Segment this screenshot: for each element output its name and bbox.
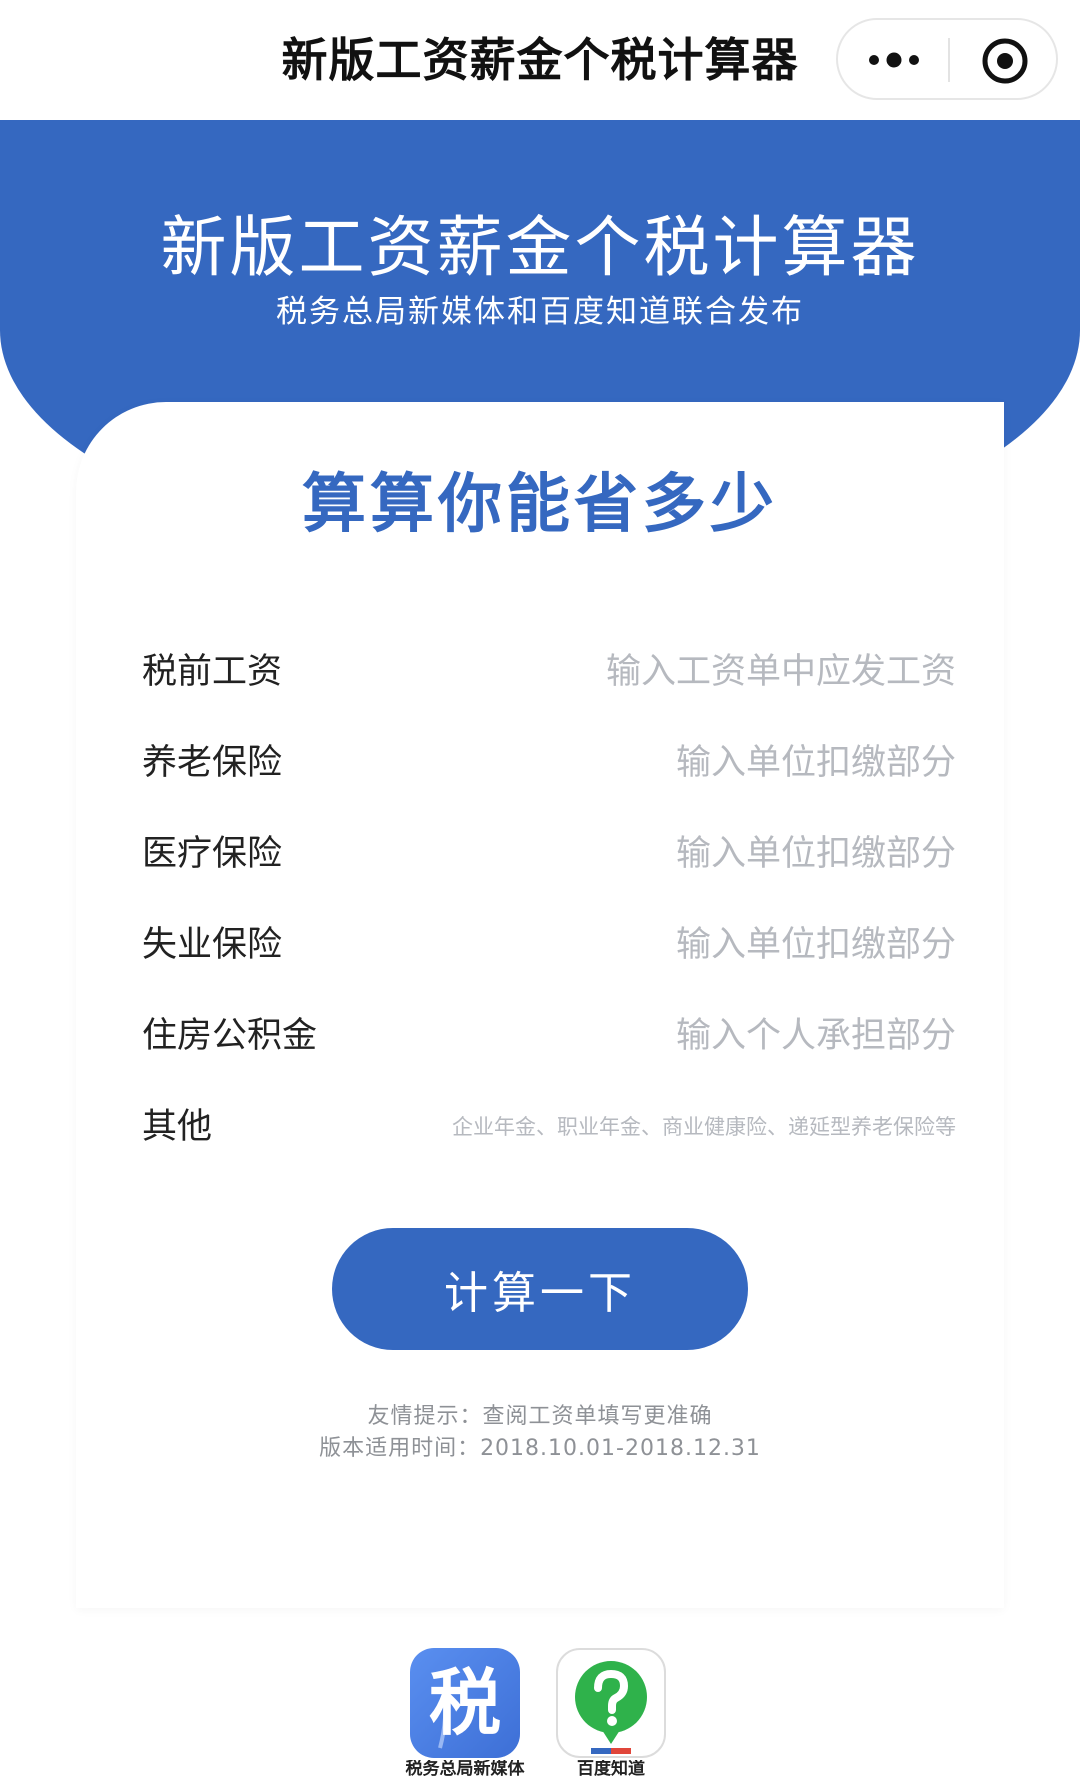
pretax-salary-input[interactable] xyxy=(396,642,956,702)
pretax-salary-label: 税前工资 xyxy=(142,652,283,692)
tax-media-caption: 税务总局新媒体 xyxy=(405,1760,525,1779)
housing-fund-input[interactable] xyxy=(396,1006,956,1066)
form-row-housing-fund: 住房公积金 xyxy=(142,1006,956,1066)
pension-insurance-input[interactable] xyxy=(396,733,956,793)
form-row-other-deductions: 其他 xyxy=(142,1097,956,1157)
top-navbar: 新版工资薪金个税计算器 xyxy=(0,0,1080,121)
medical-insurance-input[interactable] xyxy=(396,824,956,884)
baidu-zhidao-logo[interactable] xyxy=(556,1648,666,1758)
friendly-tip: 友情提示：查阅工资单填写更准确 xyxy=(367,1404,713,1429)
form-row-pension-insurance: 养老保险 xyxy=(142,733,956,793)
question-bubble-icon xyxy=(575,1661,647,1754)
housing-fund-label: 住房公积金 xyxy=(142,1016,318,1056)
tax-logo-char: 税 xyxy=(428,1661,501,1745)
unemployment-insurance-label: 失业保险 xyxy=(142,925,283,965)
page: 新版工资薪金个税计算器 新版工资薪金个税计算器 税务总局新媒体和百度知道联合发布… xyxy=(0,0,1080,1779)
calculator-card: 算算你能省多少 税前工资 养老保险 医疗保险 失业保险 住房公积金 其他 计算一… xyxy=(76,402,1004,1608)
form-row-unemployment-insurance: 失业保险 xyxy=(142,915,956,975)
nav-title: 新版工资薪金个税计算器 xyxy=(281,33,799,87)
calculate-button[interactable]: 计算一下 xyxy=(332,1228,748,1350)
more-dots-icon[interactable] xyxy=(866,48,922,72)
mini-program-capsule xyxy=(836,18,1058,100)
baidu-zhidao-caption: 百度知道 xyxy=(577,1760,645,1779)
hero-title: 新版工资薪金个税计算器 xyxy=(160,209,920,286)
other-deductions-label: 其他 xyxy=(142,1107,213,1147)
tax-media-logo[interactable]: 税 xyxy=(410,1648,520,1758)
pension-insurance-label: 养老保险 xyxy=(142,743,283,783)
form-row-medical-insurance: 医疗保险 xyxy=(142,824,956,884)
card-heading: 算算你能省多少 xyxy=(302,468,778,542)
unemployment-insurance-input[interactable] xyxy=(396,915,956,975)
medical-insurance-label: 医疗保险 xyxy=(142,834,283,874)
capsule-divider xyxy=(948,38,950,82)
target-circle-icon[interactable] xyxy=(980,36,1030,86)
version-note: 版本适用时间：2018.10.01-2018.12.31 xyxy=(319,1436,761,1461)
form-row-pretax-salary: 税前工资 xyxy=(142,642,956,702)
other-deductions-input[interactable] xyxy=(316,1097,956,1157)
hero-subtitle: 税务总局新媒体和百度知道联合发布 xyxy=(276,294,804,330)
